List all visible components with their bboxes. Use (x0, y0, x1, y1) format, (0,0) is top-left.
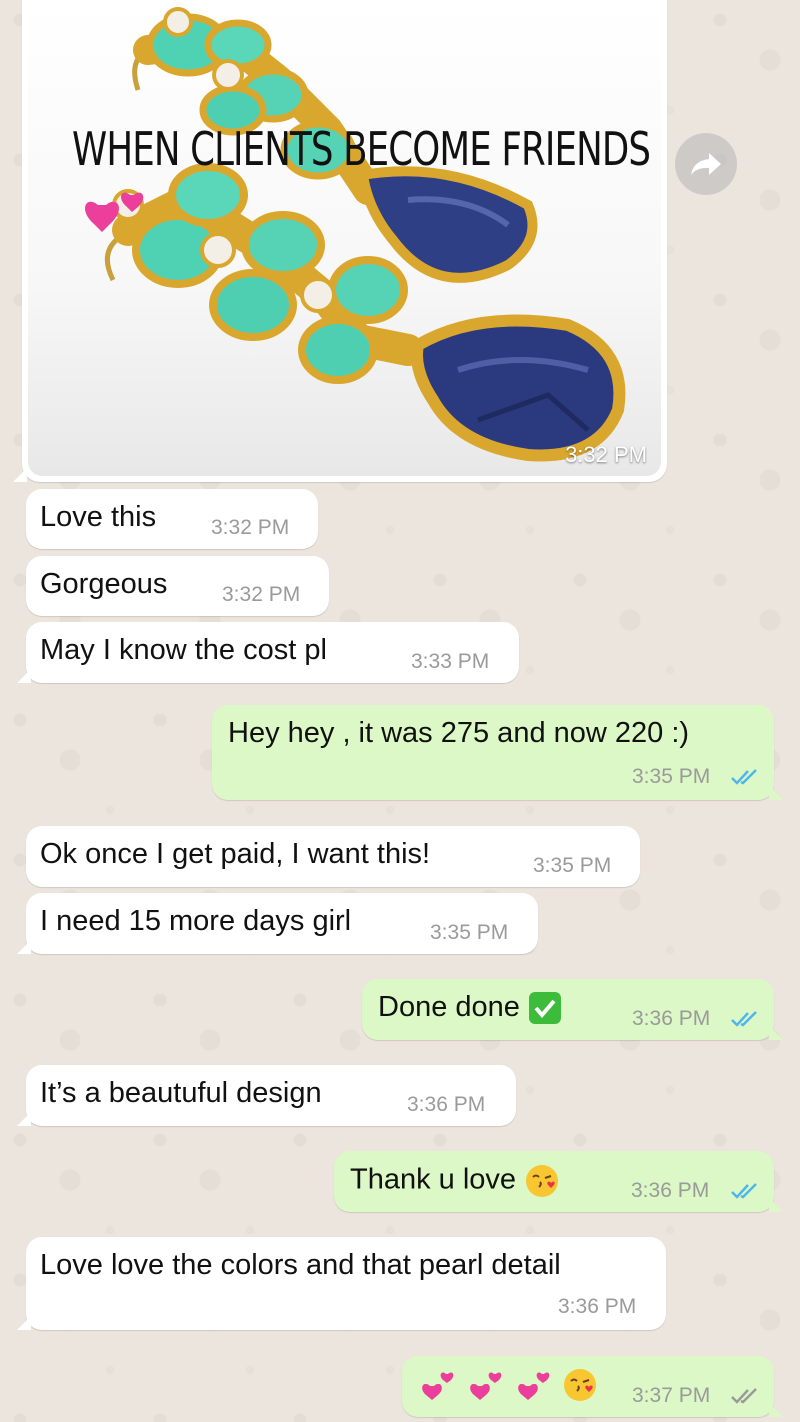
message-time: 3:36 PM (632, 1007, 711, 1030)
outgoing-message[interactable]: Hey hey , it was 275 and now 220 :) 3:35… (212, 705, 783, 800)
two-hearts-emoji (518, 1372, 550, 1400)
message-text: Love this (40, 501, 157, 533)
incoming-message[interactable]: Love love the colors and that pearl deta… (17, 1237, 666, 1330)
kissing-face-emoji (526, 1165, 559, 1197)
forward-button[interactable] (675, 133, 737, 195)
message-time: 3:35 PM (430, 921, 509, 944)
earrings-illustration (85, 7, 626, 462)
image-message-bubble[interactable]: WHEN CLIENTS BECOME FRIENDS 3:32 PM (13, 0, 667, 482)
two-hearts-emoji (470, 1372, 502, 1400)
message-time: 3:36 PM (407, 1093, 486, 1116)
message-text: Done done (378, 991, 562, 1025)
message-text: I need 15 more days girl (40, 905, 352, 937)
outgoing-message[interactable]: Done done 3:36 PM (362, 979, 783, 1040)
message-text: Gorgeous (40, 568, 168, 600)
message-time: 3:36 PM (631, 1179, 710, 1202)
message-text (418, 1366, 598, 1404)
message-text: Hey hey , it was 275 and now 220 :) (228, 717, 690, 749)
incoming-message[interactable]: Love this 3:32 PM (26, 489, 318, 549)
message-text: Thank u love (350, 1163, 560, 1199)
incoming-message[interactable]: May I know the cost pl 3:33 PM (17, 622, 519, 683)
read-receipt-icon (731, 769, 757, 785)
message-time: 3:37 PM (632, 1384, 711, 1407)
incoming-message[interactable]: It’s a beautuful design 3:36 PM (17, 1065, 516, 1126)
message-time: 3:35 PM (533, 854, 612, 877)
incoming-message[interactable]: Ok once I get paid, I want this! 3:35 PM (26, 826, 640, 887)
message-text: Love love the colors and that pearl deta… (40, 1249, 561, 1281)
message-time: 3:33 PM (411, 650, 490, 673)
message-time: 3:32 PM (211, 516, 290, 539)
outgoing-message[interactable]: Thank u love 3:36 PM (334, 1151, 783, 1212)
read-receipt-icon (731, 1011, 757, 1027)
kissing-face-emoji (564, 1369, 597, 1401)
message-text: Ok once I get paid, I want this! (40, 838, 431, 870)
message-time: 3:32 PM (222, 583, 301, 606)
message-time: 3:36 PM (558, 1295, 637, 1318)
delivered-icon (731, 1388, 757, 1404)
outgoing-message[interactable]: 3:37 PM (402, 1356, 783, 1417)
message-time: 3:35 PM (632, 765, 711, 788)
incoming-message[interactable]: I need 15 more days girl 3:35 PM (17, 893, 538, 954)
message-text: May I know the cost pl (40, 634, 327, 666)
forward-icon (691, 153, 721, 175)
two-hearts-emoji (422, 1372, 454, 1400)
earrings-photo[interactable]: WHEN CLIENTS BECOME FRIENDS 3:32 PM (28, 0, 661, 476)
image-timestamp: 3:32 PM (565, 442, 647, 467)
incoming-message[interactable]: Gorgeous 3:32 PM (26, 556, 329, 616)
check-mark-emoji (528, 992, 561, 1025)
read-receipt-icon (731, 1183, 757, 1199)
message-text: It’s a beautuful design (40, 1077, 322, 1109)
image-caption: WHEN CLIENTS BECOME FRIENDS (72, 122, 651, 176)
